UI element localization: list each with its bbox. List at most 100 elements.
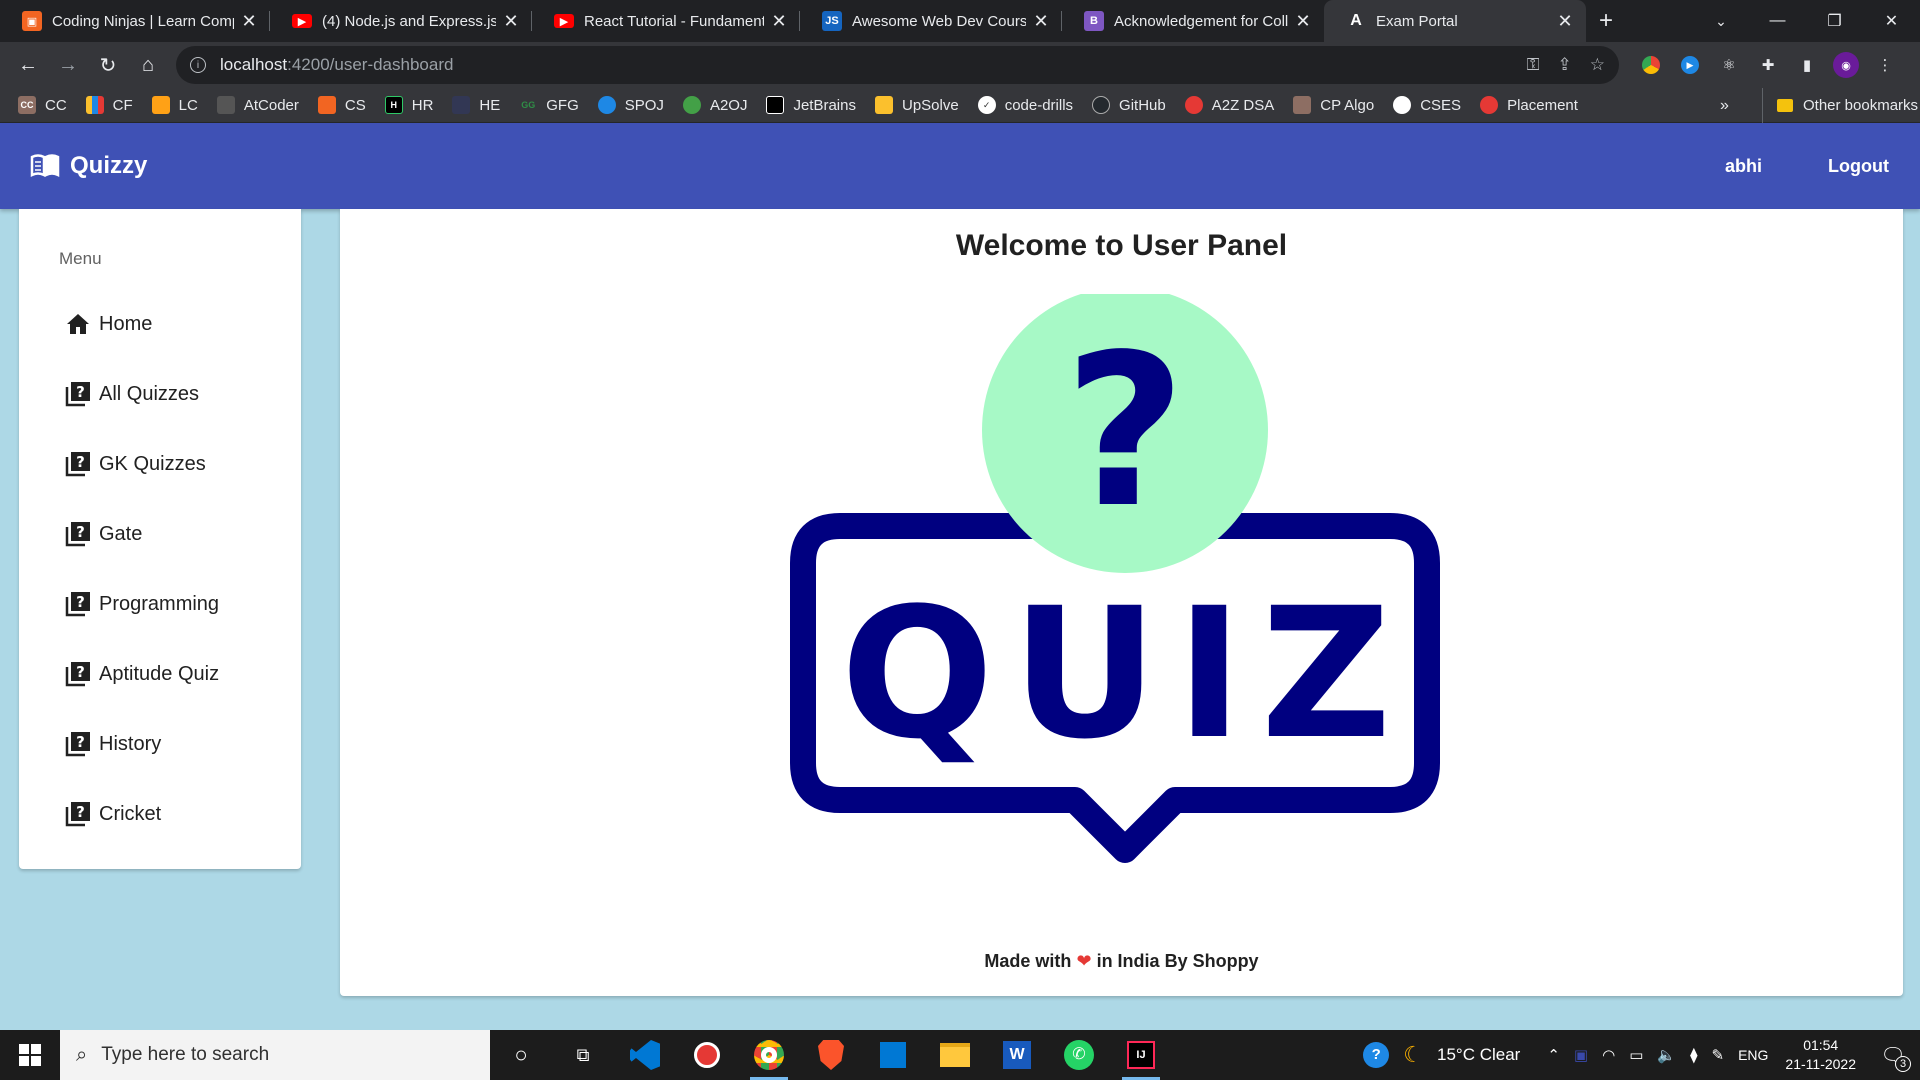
bookmark-item[interactable]: GG GFG xyxy=(519,96,579,114)
bookmark-item[interactable]: AtCoder xyxy=(216,96,299,114)
quiz-art-text: QUIZ xyxy=(841,570,1410,779)
bookmark-star-icon[interactable]: ☆ xyxy=(1590,55,1605,75)
volume-icon[interactable]: 🔈 xyxy=(1657,1046,1676,1064)
browser-tab[interactable]: ▶ (4) Node.js and Express.js - ✕ xyxy=(270,0,532,42)
cortana-icon[interactable]: ○ xyxy=(490,1030,552,1080)
task-view-icon[interactable]: ⧉ xyxy=(552,1030,614,1080)
clock[interactable]: 01:54 21-11-2022 xyxy=(1785,1036,1856,1074)
wifi-icon[interactable]: ◠ xyxy=(1602,1046,1615,1064)
dropbox-icon[interactable]: ⧫ xyxy=(1690,1046,1697,1064)
bookmark-item[interactable]: SPOJ xyxy=(597,96,664,114)
browser-tab[interactable]: ▶ React Tutorial - Fundament ✕ xyxy=(532,0,800,42)
close-icon[interactable]: ✕ xyxy=(1556,11,1574,32)
browser-tab[interactable]: ▣ Coding Ninjas | Learn Comp ✕ xyxy=(0,0,270,42)
search-icon: ⌕ xyxy=(76,1043,88,1066)
brave-icon[interactable] xyxy=(800,1030,862,1080)
bookmark-item[interactable]: ✓ code-drills xyxy=(977,96,1073,114)
sidebar-item-label: Gate xyxy=(99,522,143,545)
js-icon: JS xyxy=(822,11,842,31)
profile-avatar[interactable]: ◉ xyxy=(1833,52,1859,78)
new-tab-button[interactable]: + xyxy=(1586,0,1626,42)
taskbar-search-box[interactable]: ⌕ Type here to search xyxy=(60,1030,490,1080)
site-info-icon[interactable]: i xyxy=(190,57,206,73)
battery-icon[interactable]: ▭ xyxy=(1629,1046,1643,1064)
bookmark-item[interactable]: LC xyxy=(151,96,198,114)
record-icon[interactable] xyxy=(676,1030,738,1080)
sidebar-item-home[interactable]: Home xyxy=(65,304,285,344)
forward-icon[interactable]: → xyxy=(48,45,88,85)
extension-icon[interactable] xyxy=(1638,52,1664,78)
sidebar-item-all-quizzes[interactable]: ? All Quizzes xyxy=(65,374,285,414)
bookmarks-overflow-button[interactable]: » xyxy=(1720,88,1729,123)
file-explorer-icon[interactable] xyxy=(924,1030,986,1080)
tray-app-icon[interactable]: ▣ xyxy=(1574,1046,1588,1064)
folder-icon xyxy=(1777,99,1793,112)
extensions-puzzle-icon[interactable]: ✚ xyxy=(1755,52,1781,78)
bookmark-item[interactable]: CP Algo xyxy=(1293,96,1374,114)
chrome-icon[interactable] xyxy=(738,1030,800,1080)
restore-button[interactable]: ❐ xyxy=(1806,0,1863,42)
pen-icon[interactable]: ✎ xyxy=(1712,1046,1725,1064)
windows-start-button[interactable] xyxy=(0,1030,60,1080)
other-bookmarks[interactable]: Other bookmarks xyxy=(1762,88,1918,123)
back-icon[interactable]: ← xyxy=(8,45,48,85)
bookmark-item[interactable]: A2Z DSA xyxy=(1184,96,1274,114)
microsoft-store-icon[interactable] xyxy=(862,1030,924,1080)
whatsapp-icon[interactable]: ✆ xyxy=(1048,1030,1110,1080)
word-icon[interactable]: W xyxy=(986,1030,1048,1080)
quiz-icon: ? xyxy=(65,661,91,687)
language-indicator[interactable]: ENG xyxy=(1738,1047,1768,1063)
chevron-up-icon[interactable]: ⌃ xyxy=(1547,1046,1560,1064)
tab-search-icon[interactable]: ⌄ xyxy=(1706,0,1736,42)
sidebar-item-gate[interactable]: ? Gate xyxy=(65,514,285,554)
bookmark-item[interactable]: CS xyxy=(317,96,366,114)
intellij-icon[interactable]: IJ xyxy=(1110,1030,1172,1080)
window-close-button[interactable]: ✕ xyxy=(1863,0,1920,42)
sidebar-item-cricket[interactable]: ? Cricket xyxy=(65,794,285,834)
weather-text[interactable]: 15°C Clear xyxy=(1437,1045,1520,1065)
close-icon[interactable]: ✕ xyxy=(770,11,788,32)
user-profile-link[interactable]: abhi xyxy=(1709,146,1778,187)
logout-button[interactable]: Logout xyxy=(1812,146,1905,187)
vscode-icon[interactable] xyxy=(614,1030,676,1080)
close-icon[interactable]: ✕ xyxy=(1294,11,1312,32)
bookmark-item[interactable]: HE xyxy=(452,96,500,114)
side-panel-icon[interactable]: ▮ xyxy=(1794,52,1820,78)
bookmark-icon xyxy=(766,96,785,114)
quiz-icon: ? xyxy=(65,801,91,827)
reload-icon[interactable]: ↻ xyxy=(88,45,128,85)
bookmark-item[interactable]: CC CC xyxy=(18,96,67,114)
sidebar-menu: Menu Home ? All Quizzes ? GK Quizzes ? G… xyxy=(19,209,301,869)
close-icon[interactable]: ✕ xyxy=(240,11,258,32)
bookmark-item[interactable]: A2OJ xyxy=(682,96,747,114)
bookmark-item[interactable]: CF xyxy=(85,96,133,114)
bookmark-item[interactable]: GitHub xyxy=(1092,96,1166,114)
sidebar-item-programming[interactable]: ? Programming xyxy=(65,584,285,624)
menu-kebab-icon[interactable]: ⋮ xyxy=(1872,52,1898,78)
sidebar-item-gk-quizzes[interactable]: ? GK Quizzes xyxy=(65,444,285,484)
bookmark-item[interactable]: UpSolve xyxy=(874,96,959,114)
help-icon[interactable]: ? xyxy=(1363,1042,1390,1068)
minimize-button[interactable]: — xyxy=(1749,0,1806,42)
browser-tab[interactable]: JS Awesome Web Dev Course ✕ xyxy=(800,0,1062,42)
react-devtools-icon[interactable]: ⚛ xyxy=(1716,52,1742,78)
address-bar[interactable]: i localhost:4200/user-dashboard ⚿ ⇪ ☆ xyxy=(176,46,1619,84)
angular-icon: A xyxy=(1350,12,1362,29)
bookmark-item[interactable]: Placement xyxy=(1480,96,1578,114)
bookmark-item[interactable]: H HR xyxy=(384,96,433,114)
notification-icon[interactable]: 🗨 3 xyxy=(1873,1043,1913,1072)
close-icon[interactable]: ✕ xyxy=(1032,11,1050,32)
browser-tab-active[interactable]: A Exam Portal ✕ xyxy=(1324,0,1586,42)
sidebar-item-aptitude-quiz[interactable]: ? Aptitude Quiz xyxy=(65,654,285,694)
bookmark-item[interactable]: CSES xyxy=(1393,96,1461,114)
close-icon[interactable]: ✕ xyxy=(502,11,520,32)
bookmark-item[interactable]: JetBrains xyxy=(766,96,856,114)
weather-moon-icon[interactable]: ☾ xyxy=(1403,1042,1423,1068)
app-brand[interactable]: Quizzy xyxy=(30,123,147,209)
share-icon[interactable]: ⇪ xyxy=(1558,55,1572,75)
password-key-icon[interactable]: ⚿ xyxy=(1527,55,1540,75)
browser-tab[interactable]: B Acknowledgement for Colle ✕ xyxy=(1062,0,1324,42)
home-icon[interactable]: ⌂ xyxy=(128,45,168,85)
sidebar-item-history[interactable]: ? History xyxy=(65,724,285,764)
extension-icon[interactable]: ▶ xyxy=(1677,52,1703,78)
